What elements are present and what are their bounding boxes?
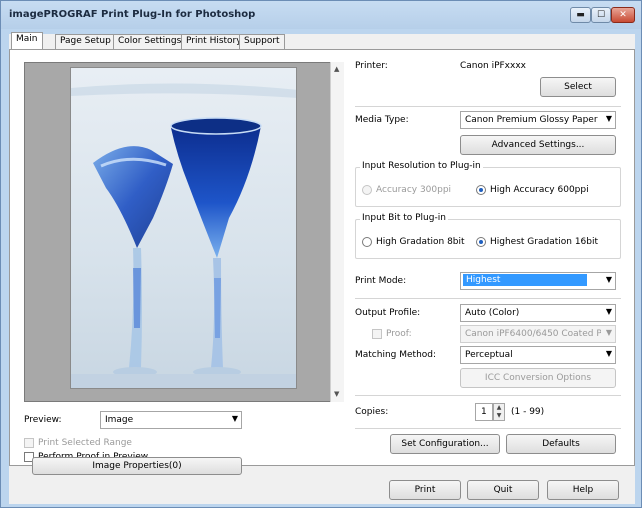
- advanced-settings-button[interactable]: Advanced Settings...: [460, 135, 616, 155]
- media-type-label: Media Type:: [355, 115, 409, 125]
- output-profile-label: Output Profile:: [355, 308, 421, 318]
- stepper-down-icon[interactable]: ▼: [494, 412, 504, 420]
- copies-value: 1: [481, 407, 487, 417]
- tab-page-setup[interactable]: Page Setup: [55, 34, 116, 49]
- maximize-button[interactable]: ☐: [591, 7, 611, 23]
- print-selected-range-label: Print Selected Range: [38, 438, 132, 448]
- chevron-down-icon: ▼: [605, 349, 612, 358]
- image-properties-button[interactable]: Image Properties(0): [32, 457, 242, 475]
- preview-value: Image: [105, 415, 134, 425]
- scroll-up-icon[interactable]: ▲: [334, 65, 339, 73]
- tab-color-settings[interactable]: Color Settings: [113, 34, 187, 49]
- copies-range: (1 - 99): [511, 407, 545, 417]
- preview-label: Preview:: [24, 415, 62, 425]
- divider: [355, 428, 621, 429]
- divider: [355, 298, 621, 299]
- matching-method-select[interactable]: Perceptual ▼: [460, 346, 616, 364]
- chevron-down-icon: ▼: [605, 328, 612, 337]
- maximize-icon: ☐: [596, 10, 606, 20]
- preview-select[interactable]: Image ▼: [100, 411, 242, 429]
- high-accuracy-600ppi-radio[interactable]: [476, 185, 486, 195]
- output-profile-value: Auto (Color): [465, 308, 520, 318]
- help-button[interactable]: Help: [547, 480, 619, 500]
- matching-method-value: Perceptual: [465, 350, 513, 360]
- minimize-icon: ▬: [576, 10, 585, 20]
- print-mode-value: Highest: [463, 274, 587, 286]
- chevron-down-icon: ▼: [605, 307, 612, 316]
- proof-select: Canon iPF6400/6450 Coated Pa... ▼: [460, 325, 616, 343]
- high-accuracy-600ppi-label[interactable]: High Accuracy 600ppi: [490, 185, 589, 195]
- wine-glasses-photo: [71, 68, 296, 388]
- high-gradation-8bit-radio[interactable]: [362, 237, 372, 247]
- tab-print-history[interactable]: Print History: [181, 34, 247, 49]
- input-bit-title: Input Bit to Plug-in: [360, 213, 448, 223]
- icc-conversion-options-button: ICC Conversion Options: [460, 368, 616, 388]
- preview-image: [70, 67, 297, 389]
- highest-gradation-16bit-label[interactable]: Highest Gradation 16bit: [490, 237, 598, 247]
- preview-scrollbar[interactable]: ▲ ▼: [330, 62, 344, 402]
- chevron-down-icon: ▼: [605, 114, 612, 123]
- media-type-select[interactable]: Canon Premium Glossy Paper 2 ... ▼: [460, 111, 616, 129]
- preview-area: [24, 62, 344, 402]
- accuracy-300ppi-label: Accuracy 300ppi: [376, 185, 452, 195]
- defaults-button[interactable]: Defaults: [506, 434, 616, 454]
- plugin-window: imagePROGRAF Print Plug-In for Photoshop…: [0, 0, 642, 508]
- output-profile-select[interactable]: Auto (Color) ▼: [460, 304, 616, 322]
- copies-label: Copies:: [355, 407, 389, 417]
- quit-button[interactable]: Quit: [467, 480, 539, 500]
- divider: [355, 106, 621, 107]
- matching-method-label: Matching Method:: [355, 350, 437, 360]
- window-title: imagePROGRAF Print Plug-In for Photoshop: [9, 9, 256, 20]
- copies-stepper[interactable]: ▲ ▼: [493, 403, 505, 421]
- title-bar: imagePROGRAF Print Plug-In for Photoshop…: [1, 1, 641, 29]
- print-button[interactable]: Print: [389, 480, 461, 500]
- chevron-down-icon: ▼: [605, 275, 612, 284]
- input-resolution-title: Input Resolution to Plug-in: [360, 161, 483, 171]
- stepper-up-icon[interactable]: ▲: [494, 404, 504, 412]
- highest-gradation-16bit-radio[interactable]: [476, 237, 486, 247]
- divider: [355, 395, 621, 396]
- scroll-down-icon[interactable]: ▼: [334, 390, 339, 398]
- chevron-down-icon: ▼: [231, 414, 238, 423]
- close-button[interactable]: ✕: [611, 7, 635, 23]
- media-type-value: Canon Premium Glossy Paper 2 ...: [465, 115, 601, 125]
- minimize-button[interactable]: ▬: [570, 7, 591, 23]
- proof-checkbox: [372, 329, 382, 339]
- print-mode-label: Print Mode:: [355, 276, 407, 286]
- close-icon: ✕: [619, 10, 627, 20]
- proof-label: Proof:: [386, 329, 412, 339]
- tab-support[interactable]: Support: [239, 34, 285, 49]
- proof-value: Canon iPF6400/6450 Coated Pa...: [465, 329, 601, 339]
- printer-name: Canon iPFxxxx: [460, 61, 526, 71]
- high-gradation-8bit-label[interactable]: High Gradation 8bit: [376, 237, 465, 247]
- printer-label: Printer:: [355, 61, 388, 71]
- select-printer-button[interactable]: Select: [540, 77, 616, 97]
- main-tab-panel: ▲ ▼ Preview: Image ▼ Print Selected Rang…: [9, 49, 635, 475]
- print-selected-range-checkbox: [24, 438, 34, 448]
- set-configuration-button[interactable]: Set Configuration...: [390, 434, 500, 454]
- print-mode-select[interactable]: Highest ▼: [460, 272, 616, 290]
- accuracy-300ppi-radio: [362, 185, 372, 195]
- tab-main[interactable]: Main: [11, 32, 43, 49]
- dialog-client: Main Page Setup Color Settings Print His…: [9, 32, 635, 504]
- copies-input[interactable]: 1: [475, 403, 493, 421]
